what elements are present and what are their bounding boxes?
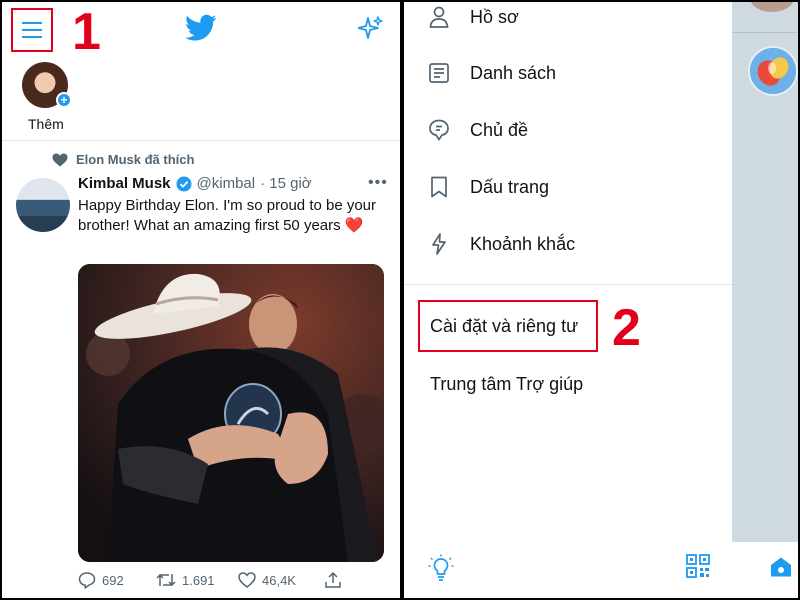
timeline-panel: 1 + Thêm Elon Musk đã thích Kimbal Musk …	[2, 2, 400, 598]
drawer-item-label: Khoảnh khắc	[470, 233, 576, 254]
reply-icon	[78, 572, 96, 589]
tweet-author-avatar[interactable]	[16, 178, 70, 232]
add-story-icon: +	[56, 92, 72, 108]
story-label: Thêm	[28, 116, 64, 132]
heart-icon	[238, 572, 256, 588]
drawer-item-label: Hồ sơ	[470, 6, 519, 27]
more-options-icon[interactable]: •••	[368, 174, 388, 192]
avatar	[750, 2, 794, 12]
moments-icon	[426, 231, 452, 257]
list-icon	[426, 60, 452, 86]
tweet-author-name[interactable]: Kimbal Musk	[78, 175, 171, 192]
like-button[interactable]: 46,4K	[238, 572, 324, 588]
candy-crush-icon	[750, 48, 796, 94]
photo-hug-illustration	[78, 264, 384, 562]
step-annotation-2: 2	[612, 299, 641, 357]
reply-count: 692	[102, 572, 124, 588]
step-annotation-1: 1	[72, 3, 101, 61]
drawer-item-topics[interactable]: Chủ đề	[426, 117, 528, 143]
liked-by-text: Elon Musk đã thích	[76, 152, 195, 167]
divider	[2, 140, 400, 141]
tweet-social-context: Elon Musk đã thích	[52, 152, 194, 167]
qr-code-icon[interactable]	[686, 554, 710, 578]
lightbulb-icon[interactable]	[428, 554, 454, 582]
story-avatar[interactable]: +	[22, 62, 72, 110]
twitter-bird-icon	[185, 14, 217, 41]
home-icon[interactable]	[770, 556, 792, 578]
tweet-header: Kimbal Musk @kimbal · 15 giờ	[78, 175, 312, 192]
like-count: 46,4K	[262, 572, 296, 588]
bookmark-icon	[426, 174, 452, 200]
share-button[interactable]	[324, 571, 342, 589]
tweet-photo[interactable]	[78, 264, 384, 562]
tweet-author-handle[interactable]: @kimbal	[197, 175, 256, 192]
drawer-item-label: Chủ đề	[470, 119, 529, 140]
settings-and-privacy-link[interactable]: Cài đặt và riêng tư	[430, 316, 578, 337]
drawer-item-label: Danh sách	[470, 62, 557, 83]
topics-icon	[426, 117, 452, 143]
dimmed-feed-overlay[interactable]	[732, 2, 798, 598]
heart-filled-icon	[52, 153, 68, 166]
retweet-button[interactable]: 1.691	[156, 572, 238, 588]
drawer-item-label: Dấu trang	[470, 176, 550, 197]
share-icon	[325, 571, 341, 588]
drawer-item-moments[interactable]: Khoảnh khắc	[426, 231, 575, 257]
sparkle-icon[interactable]	[358, 16, 384, 42]
bottom-tab-bar	[732, 542, 798, 598]
tweet-text: Happy Birthday Elon. I'm so proud to be …	[78, 197, 377, 234]
navigation-drawer: Hồ sơ Danh sách Chủ đề Dấu trang Khoảnh …	[404, 2, 732, 598]
profile-icon	[426, 4, 452, 30]
drawer-item-bookmarks[interactable]: Dấu trang	[426, 174, 549, 200]
hamburger-menu-icon	[22, 22, 42, 38]
drawer-item-profile[interactable]: Hồ sơ	[426, 4, 519, 30]
tweet-time: · 15 giờ	[260, 175, 312, 192]
retweet-count: 1.691	[182, 572, 215, 588]
reply-button[interactable]: 692	[78, 571, 156, 589]
drawer-item-lists[interactable]: Danh sách	[426, 60, 556, 86]
avatar	[748, 46, 798, 96]
tweet-actions: 692 1.691 46,4K	[78, 570, 378, 590]
retweet-icon	[156, 573, 176, 587]
divider	[732, 32, 798, 33]
drawer-divider	[404, 284, 732, 285]
verified-badge-icon	[176, 176, 192, 191]
help-center-link[interactable]: Trung tâm Trợ giúp	[430, 374, 583, 395]
menu-button[interactable]	[11, 8, 53, 52]
